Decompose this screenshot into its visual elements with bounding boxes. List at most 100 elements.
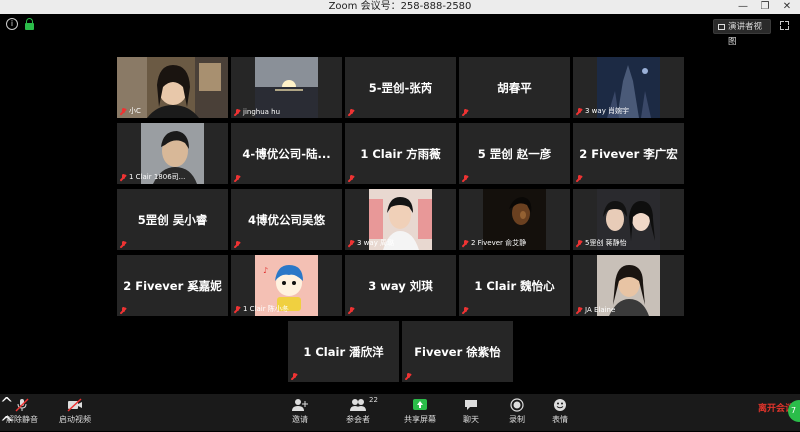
participant-name: 4-博优公司-陆... [242, 146, 331, 161]
mic-muted-icon [348, 109, 354, 116]
participant-label [405, 373, 414, 380]
gallery-view: 小C jinghua hu 5-罡创-张芮 胡春平 3 way 肖婉宇 1 Cl… [0, 0, 800, 431]
reactions-label: 表情 [552, 415, 568, 424]
participant-name: 3 way 刘琪 [368, 278, 433, 293]
participant-tile[interactable]: 1 Clair 潘欣洋 [288, 321, 399, 382]
mic-muted-icon [234, 108, 240, 116]
participant-label: 3 way 肖婉宇 [576, 106, 629, 116]
unmute-button[interactable]: 解除静音 [0, 397, 44, 429]
participant-name: 小C [129, 107, 141, 115]
participant-tile[interactable]: JA Elaine [573, 255, 684, 316]
smiley-icon [554, 399, 566, 411]
participant-name: JA Elaine [585, 306, 616, 314]
participant-label [120, 307, 129, 314]
participant-label: 2 Fivever 俞艾静 [462, 238, 526, 248]
participant-name: jinghua hu [243, 108, 281, 116]
chat-icon [465, 400, 477, 410]
participant-name: 2 Fivever 俞艾静 [471, 239, 527, 247]
mic-muted-icon [120, 173, 126, 181]
mic-muted-icon [348, 175, 354, 182]
meeting-toolbar: 解除静音 ^ 启动视频 ^ 邀请 22 参会者 共享屏幕 聊天 录制 表情 离开… [0, 394, 800, 432]
participant-label [120, 241, 129, 248]
participant-label [234, 241, 243, 248]
participant-tile[interactable]: 5罡创 蒋静怡 [573, 189, 684, 250]
participant-name: 1 Clair 陈小冬 [243, 305, 289, 313]
participant-name: 胡春平 [497, 80, 532, 95]
participant-name: 2 Fivever 李广宏 [579, 146, 678, 161]
participant-label [234, 175, 243, 182]
participant-label [348, 109, 357, 116]
record-label: 录制 [509, 415, 525, 424]
participant-tile[interactable]: ♪ 1 Clair 陈小冬 [231, 255, 342, 316]
participant-tile[interactable]: 3 way 刘琪 [345, 255, 456, 316]
participant-tile[interactable]: jinghua hu [231, 57, 342, 118]
participant-label [462, 175, 471, 182]
participant-tile[interactable]: 胡春平 [459, 57, 570, 118]
record-button[interactable]: 录制 [495, 397, 539, 429]
mic-muted-icon [234, 305, 240, 313]
participant-tile[interactable]: 3 way 周璐 [345, 189, 456, 250]
participant-name: 5 罡创 赵一彦 [477, 146, 552, 161]
share-screen-label: 共享屏幕 [404, 415, 436, 424]
mic-muted-icon [462, 175, 468, 182]
participant-label [576, 175, 585, 182]
participant-name: 3 way 肖婉宇 [585, 107, 630, 115]
participants-button[interactable]: 22 参会者 [336, 396, 380, 429]
participant-name: 4博优公司吴悠 [247, 212, 325, 227]
invite-label: 邀请 [292, 415, 308, 424]
participant-name: 2 Fivever 奚嘉妮 [123, 278, 222, 293]
mic-muted-icon [462, 109, 468, 116]
mic-muted-icon [348, 239, 354, 247]
participant-tile[interactable]: 3 way 肖婉宇 [573, 57, 684, 118]
participant-name: 1 Clair 1806司... [129, 173, 186, 181]
participant-tile[interactable]: 5-罡创-张芮 [345, 57, 456, 118]
unmute-label: 解除静音 [6, 415, 38, 424]
mic-muted-icon [348, 307, 354, 314]
participant-tile[interactable]: Fivever 徐紫怡 [402, 321, 513, 382]
participant-tile[interactable]: 2 Fivever 奚嘉妮 [117, 255, 228, 316]
participant-tile[interactable]: 1 Clair 方雨薇 [345, 123, 456, 184]
participant-name: 5罡创 吴小睿 [137, 212, 208, 227]
participant-tile[interactable]: 小C [117, 57, 228, 118]
svg-text:♪: ♪ [263, 266, 268, 275]
participant-name: 1 Clair 方雨薇 [360, 146, 441, 161]
participants-icon [350, 399, 366, 411]
share-screen-button[interactable]: 共享屏幕 [398, 397, 442, 429]
mic-muted-icon [234, 241, 240, 248]
participant-tile[interactable]: 1 Clair 魏怡心 [459, 255, 570, 316]
participant-label [291, 373, 300, 380]
mic-muted-icon [462, 239, 468, 247]
participant-tile[interactable]: 4博优公司吴悠 [231, 189, 342, 250]
chat-label: 聊天 [463, 415, 479, 424]
participant-tile[interactable]: 5罡创 吴小睿 [117, 189, 228, 250]
participants-label: 参会者 [346, 415, 370, 424]
mic-muted-icon [576, 107, 582, 115]
participant-name: 1 Clair 潘欣洋 [303, 344, 384, 359]
participant-label: 1 Clair 陈小冬 [234, 304, 289, 314]
mic-muted-icon [462, 307, 468, 314]
participant-tile[interactable]: 5 罡创 赵一彦 [459, 123, 570, 184]
participants-count: 22 [369, 396, 378, 404]
participant-name: 3 way 周璐 [357, 239, 395, 247]
participant-tile[interactable]: 4-博优公司-陆... [231, 123, 342, 184]
participant-label [348, 175, 357, 182]
participant-label: 小C [120, 106, 141, 116]
participant-tile[interactable]: 1 Clair 1806司... [117, 123, 228, 184]
mic-muted-icon [120, 107, 126, 115]
participant-label: 3 way 周璐 [348, 238, 394, 248]
video-off-icon [67, 398, 82, 412]
start-video-label: 启动视频 [59, 415, 91, 424]
mic-muted-icon [120, 241, 126, 248]
mic-muted-icon [576, 175, 582, 182]
mic-muted-icon [234, 175, 240, 182]
participant-label [462, 109, 471, 116]
start-video-button[interactable]: 启动视频 [53, 397, 97, 429]
mic-muted-icon [576, 306, 582, 314]
chat-button[interactable]: 聊天 [449, 397, 493, 429]
invite-button[interactable]: 邀请 [278, 397, 322, 429]
participant-tile[interactable]: 2 Fivever 俞艾静 [459, 189, 570, 250]
mic-muted-icon [405, 373, 411, 380]
participant-tile[interactable]: 2 Fivever 李广宏 [573, 123, 684, 184]
share-screen-icon [413, 399, 427, 410]
reactions-button[interactable]: 表情 [538, 397, 582, 429]
